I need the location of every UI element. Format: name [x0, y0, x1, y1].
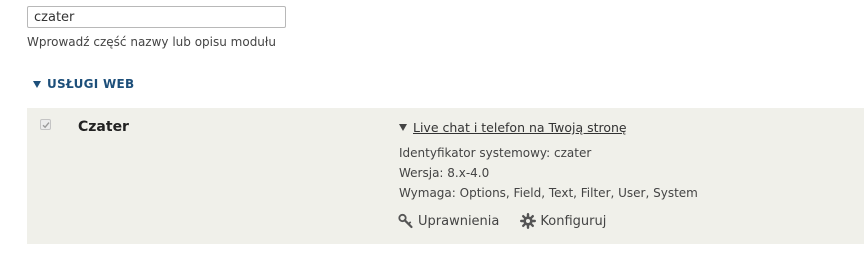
- module-enabled-checkbox[interactable]: [40, 119, 51, 130]
- section-toggle-web-services[interactable]: USŁUGI WEB: [33, 77, 134, 91]
- triangle-down-icon: [33, 80, 41, 88]
- module-description: Live chat i telefon na Twoją stronę: [413, 120, 627, 135]
- module-row: Czater Live chat i telefon na Twoją stro…: [27, 108, 864, 244]
- module-description-toggle[interactable]: Live chat i telefon na Twoją stronę: [399, 120, 627, 135]
- key-icon: [398, 213, 413, 229]
- configure-link-label: Konfiguruj: [540, 213, 607, 229]
- module-machine-name: Identyfikator systemowy: czater: [399, 146, 592, 160]
- permissions-link[interactable]: Uprawnienia: [398, 213, 499, 229]
- module-links: Uprawnienia Konfiguruj: [398, 213, 606, 229]
- section-title: USŁUGI WEB: [47, 77, 135, 91]
- module-filter-input[interactable]: [27, 6, 286, 28]
- triangle-down-icon: [399, 124, 407, 131]
- permissions-link-label: Uprawnienia: [418, 213, 500, 229]
- extend-modules-page: Wprowadź część nazwy lub opisu modułu US…: [0, 0, 864, 274]
- module-requires: Wymaga: Options, Field, Text, Filter, Us…: [399, 186, 698, 200]
- module-version: Wersja: 8.x-4.0: [399, 166, 490, 180]
- configure-link[interactable]: Konfiguruj: [520, 213, 606, 229]
- filter-help-text: Wprowadź część nazwy lub opisu modułu: [27, 35, 276, 49]
- check-icon: [42, 122, 50, 129]
- gear-icon: [520, 213, 537, 229]
- module-name: Czater: [78, 119, 129, 135]
